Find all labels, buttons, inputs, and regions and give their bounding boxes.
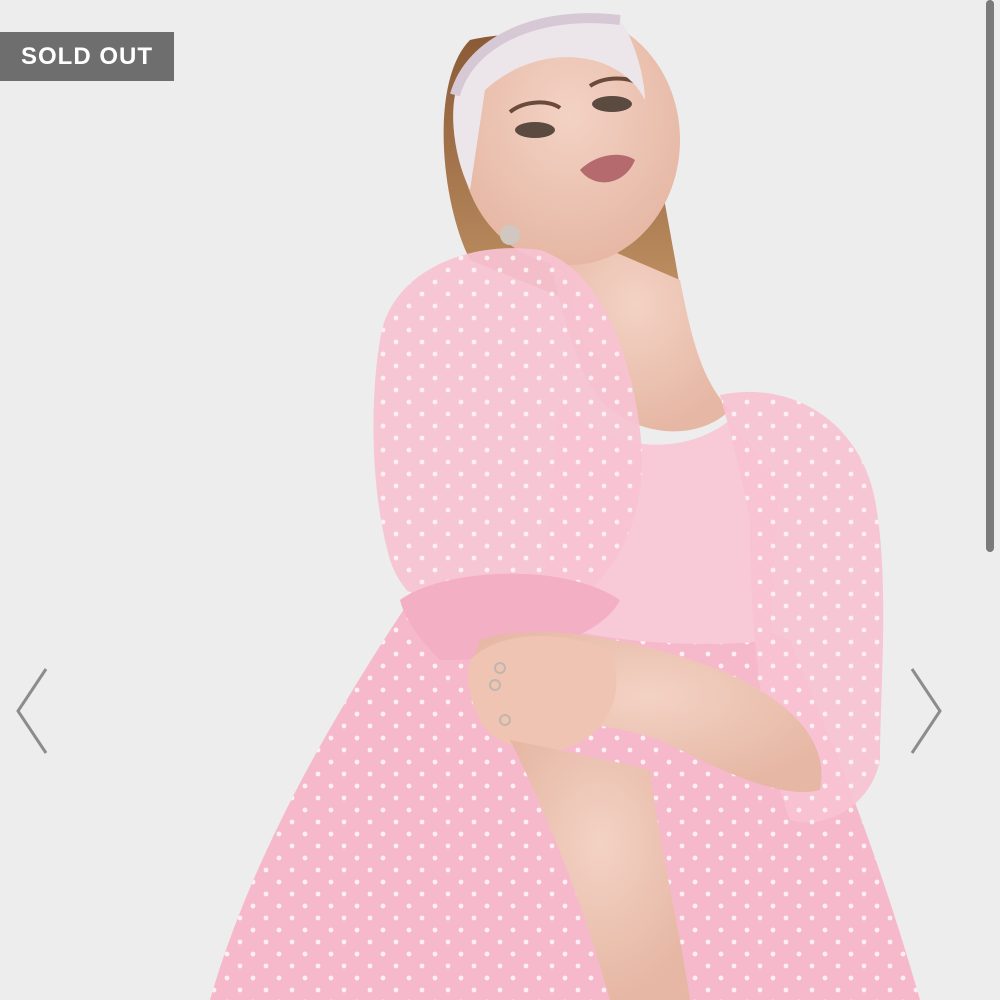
scrollbar-thumb[interactable] (986, 0, 994, 552)
product-image-viewer: SOLD OUT (0, 0, 1000, 1000)
chevron-left-icon (16, 668, 48, 754)
next-image-button[interactable] (904, 665, 948, 757)
product-photo (0, 0, 1000, 1000)
sold-out-badge: SOLD OUT (0, 32, 174, 81)
chevron-right-icon (910, 668, 942, 754)
previous-image-button[interactable] (10, 665, 54, 757)
